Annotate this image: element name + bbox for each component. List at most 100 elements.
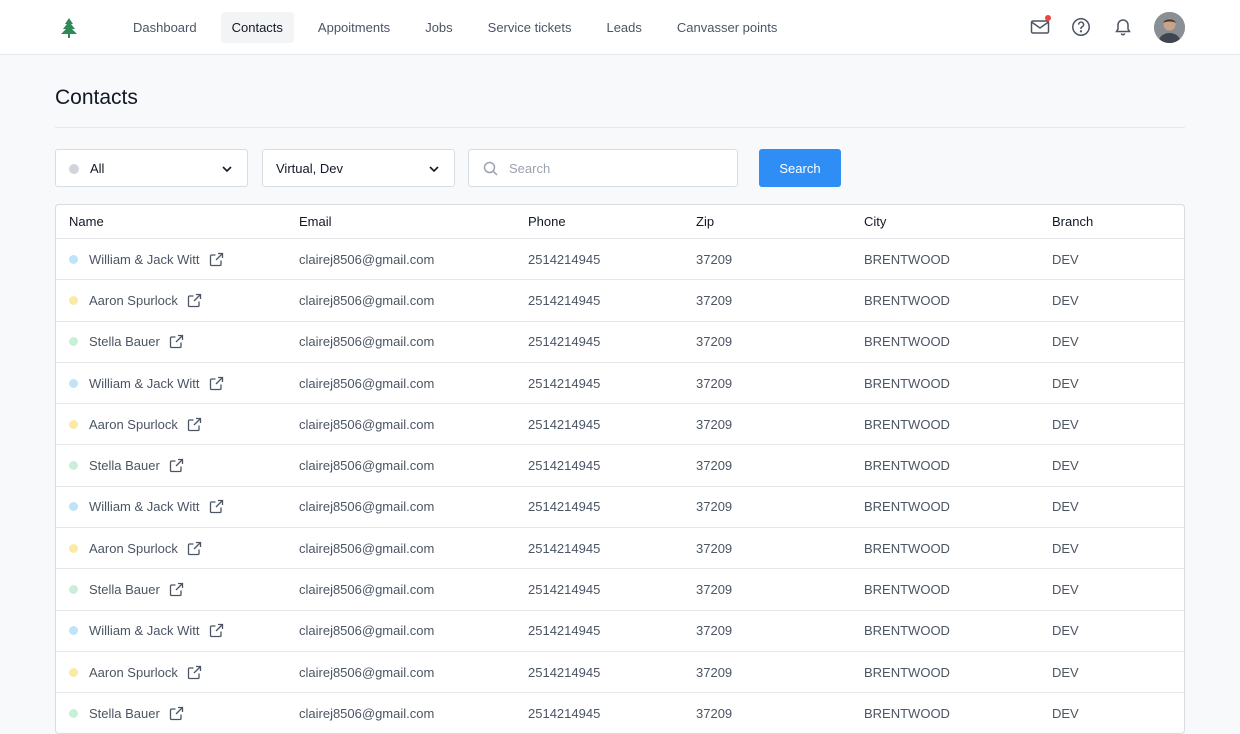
search-icon xyxy=(483,161,498,176)
notification-dot xyxy=(1045,15,1051,21)
external-link-icon[interactable] xyxy=(209,499,224,514)
column-header-zip[interactable]: Zip xyxy=(696,205,714,238)
external-link-icon[interactable] xyxy=(169,582,184,597)
search-field[interactable] xyxy=(468,149,738,187)
external-link-icon[interactable] xyxy=(209,376,224,391)
contact-name[interactable]: William & Jack Witt xyxy=(89,376,200,391)
contact-name[interactable]: William & Jack Witt xyxy=(89,252,200,267)
status-dot xyxy=(69,667,78,677)
external-link-icon[interactable] xyxy=(209,252,224,267)
contact-name[interactable]: William & Jack Witt xyxy=(89,499,200,514)
branch-cell: DEV xyxy=(1052,623,1079,639)
column-header-name[interactable]: Name xyxy=(69,205,104,238)
name-cell: William & Jack Witt xyxy=(69,239,224,279)
contact-name[interactable]: Aaron Spurlock xyxy=(89,417,178,432)
contact-name[interactable]: Stella Bauer xyxy=(89,706,160,721)
email-cell: clairej8506@gmail.com xyxy=(299,623,435,639)
branch-cell: DEV xyxy=(1052,582,1079,598)
nav-item-leads[interactable]: Leads xyxy=(595,12,652,43)
branch-cell: DEV xyxy=(1052,375,1079,391)
column-header-email[interactable]: Email xyxy=(299,205,332,238)
table-row[interactable]: Aaron Spurlock clairej8506@gmail.com 25142… xyxy=(56,528,1184,570)
external-link-icon[interactable] xyxy=(187,293,202,308)
external-link-icon[interactable] xyxy=(187,541,202,556)
status-dot xyxy=(69,295,78,305)
help-button[interactable] xyxy=(1071,17,1091,37)
table-row[interactable]: Stella Bauer clairej8506@gmail.com 2514214… xyxy=(56,693,1184,733)
contact-name[interactable]: Stella Bauer xyxy=(89,334,160,349)
external-link-icon[interactable] xyxy=(169,334,184,349)
email-cell: clairej8506@gmail.com xyxy=(299,664,435,680)
email-cell: clairej8506@gmail.com xyxy=(299,292,435,308)
branch-cell: DEV xyxy=(1052,499,1079,515)
nav-item-service-tickets[interactable]: Service tickets xyxy=(477,12,583,43)
branch-cell: DEV xyxy=(1052,416,1079,432)
zip-cell: 37209 xyxy=(696,458,733,474)
contact-name[interactable]: Aaron Spurlock xyxy=(89,541,178,556)
contact-name[interactable]: Aaron Spurlock xyxy=(89,293,178,308)
zip-cell: 37209 xyxy=(696,292,733,308)
external-link-icon[interactable] xyxy=(169,458,184,473)
nav-item-appointments[interactable]: Appoitments xyxy=(307,12,401,43)
column-header-city[interactable]: City xyxy=(864,205,886,238)
name-cell: Stella Bauer xyxy=(69,569,184,609)
column-header-branch[interactable]: Branch xyxy=(1052,205,1093,238)
city-cell: BRENTWOOD xyxy=(864,499,950,515)
mail-button[interactable] xyxy=(1030,15,1051,37)
column-header-phone[interactable]: Phone xyxy=(528,205,566,238)
phone-cell: 2514214945 xyxy=(528,705,601,721)
notifications-button[interactable] xyxy=(1113,17,1133,37)
table-row[interactable]: Aaron Spurlock clairej8506@gmail.com 25142… xyxy=(56,280,1184,322)
contact-name[interactable]: Stella Bauer xyxy=(89,582,160,597)
nav-item-jobs[interactable]: Jobs xyxy=(414,12,463,43)
name-cell: Stella Bauer xyxy=(69,693,184,733)
chevron-down-icon xyxy=(222,166,232,173)
status-dot xyxy=(69,419,78,429)
name-cell: Aaron Spurlock xyxy=(69,528,202,568)
user-avatar[interactable] xyxy=(1154,12,1185,43)
table-row[interactable]: William & Jack Witt clairej8506@gmail.com… xyxy=(56,611,1184,652)
table-row[interactable]: Aaron Spurlock clairej8506@gmail.com 25142… xyxy=(56,404,1184,446)
zip-cell: 37209 xyxy=(696,251,733,267)
external-link-icon[interactable] xyxy=(169,706,184,721)
status-dot xyxy=(69,543,78,553)
city-cell: BRENTWOOD xyxy=(864,292,950,308)
nav-item-contacts[interactable]: Contacts xyxy=(220,12,294,43)
email-cell: clairej8506@gmail.com xyxy=(299,334,435,350)
branch-cell: DEV xyxy=(1052,705,1079,721)
external-link-icon[interactable] xyxy=(187,665,202,680)
city-cell: BRENTWOOD xyxy=(864,540,950,556)
email-cell: clairej8506@gmail.com xyxy=(299,540,435,556)
name-cell: Aaron Spurlock xyxy=(69,404,202,444)
status-dot xyxy=(69,626,78,636)
table-row[interactable]: Aaron Spurlock clairej8506@gmail.com 25142… xyxy=(56,652,1184,694)
nav-item-dashboard[interactable]: Dashboard xyxy=(122,12,208,43)
contact-name[interactable]: Stella Bauer xyxy=(89,458,160,473)
email-cell: clairej8506@gmail.com xyxy=(299,375,435,391)
contact-name[interactable]: Aaron Spurlock xyxy=(89,665,178,680)
table-row[interactable]: William & Jack Witt clairej8506@gmail.com… xyxy=(56,487,1184,529)
table-row[interactable]: William & Jack Witt clairej8506@gmail.com… xyxy=(56,239,1184,281)
external-link-icon[interactable] xyxy=(187,417,202,432)
nav-item-canvasser-points[interactable]: Canvasser points xyxy=(666,12,788,43)
table-row[interactable]: Stella Bauer clairej8506@gmail.com 2514214… xyxy=(56,569,1184,611)
phone-cell: 2514214945 xyxy=(528,334,601,350)
contact-name[interactable]: William & Jack Witt xyxy=(89,623,200,638)
city-cell: BRENTWOOD xyxy=(864,251,950,267)
name-cell: Stella Bauer xyxy=(69,322,184,362)
table-row[interactable]: William & Jack Witt clairej8506@gmail.com… xyxy=(56,363,1184,405)
table-row[interactable]: Stella Bauer clairej8506@gmail.com 2514214… xyxy=(56,322,1184,363)
pine-tree-icon[interactable] xyxy=(58,17,80,39)
name-cell: Stella Bauer xyxy=(69,445,184,485)
status-filter-select[interactable]: All xyxy=(55,149,248,187)
table-body: William & Jack Witt clairej8506@gmail.com… xyxy=(56,239,1184,733)
external-link-icon[interactable] xyxy=(209,623,224,638)
status-dot xyxy=(69,585,78,595)
zip-cell: 37209 xyxy=(696,416,733,432)
status-filter-value: All xyxy=(90,161,105,176)
branch-filter-select[interactable]: Virtual, Dev xyxy=(262,149,455,187)
table-row[interactable]: Stella Bauer clairej8506@gmail.com 2514214… xyxy=(56,445,1184,487)
name-cell: Aaron Spurlock xyxy=(69,652,202,692)
search-button[interactable]: Search xyxy=(759,149,841,187)
search-input[interactable] xyxy=(509,158,729,178)
